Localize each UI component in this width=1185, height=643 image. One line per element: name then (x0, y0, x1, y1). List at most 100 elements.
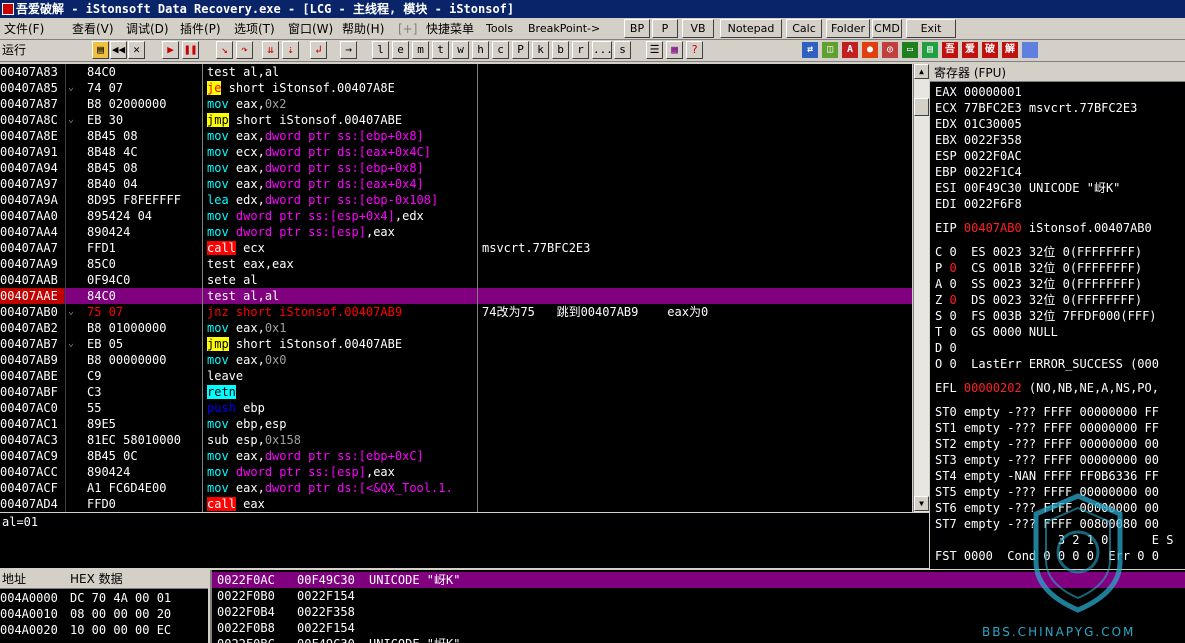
toolbar-letter-h[interactable]: h (472, 41, 489, 59)
register-line[interactable]: ST2 empty -??? FFFF 00000000 00 (935, 436, 1159, 452)
disasm-row[interactable]: 00407A8E 8B45 08 mov eax,dword ptr ss:[ebp… (0, 128, 912, 144)
ai-icon[interactable]: 爱 (962, 42, 978, 58)
register-line[interactable]: EIP 00407AB0 iStonsof.00407AB0 (935, 220, 1152, 236)
disasm-row[interactable]: 00407AB7 ⌄ EB 05 jmp short iStonsof.00407AB… (0, 336, 912, 352)
disasm-row[interactable]: 00407AC3 81EC 58010000 sub esp,0x158 (0, 432, 912, 448)
disasm-row[interactable]: 00407AB0 ⌄ 75 07 jnz short iStonsof.00407AB… (0, 304, 912, 320)
disasm-row[interactable]: 00407AA7 FFD1 call ecx msvcrt.77BFC2E3 (0, 240, 912, 256)
disasm-row[interactable]: 00407ABE C9 leave (0, 368, 912, 384)
rewind-icon[interactable]: ◀◀ (110, 41, 127, 59)
menu-plugins[interactable]: 插件(P) (180, 21, 221, 37)
step-over-icon[interactable]: ↷ (236, 41, 253, 59)
calc-button[interactable]: Calc (786, 19, 822, 38)
menu-file[interactable]: 文件(F) (4, 21, 44, 37)
toolbar-letter-k[interactable]: k (532, 41, 549, 59)
menu-window[interactable]: 窗口(W) (288, 21, 333, 37)
register-line[interactable]: C 0 ES 0023 32位 0(FFFFFFFF) (935, 244, 1142, 260)
menu-tools[interactable]: Tools (486, 21, 513, 37)
po-icon[interactable]: 破 (982, 42, 998, 58)
register-line[interactable]: ST4 empty -NAN FFFF FF0B6336 FF (935, 468, 1159, 484)
terminal-icon[interactable]: ▭ (902, 42, 918, 58)
toolbar-letter-p[interactable]: P (512, 41, 529, 59)
register-line[interactable]: ESP 0022F0AC (935, 148, 1022, 164)
disasm-row[interactable]: 00407AC9 8B45 0C mov eax,dword ptr ss:[ebp… (0, 448, 912, 464)
disasm-row[interactable]: 00407AB2 B8 01000000 mov eax,0x1 (0, 320, 912, 336)
vb-button[interactable]: VB (682, 19, 714, 38)
toolbar-letter-l[interactable]: l (372, 41, 389, 59)
register-line[interactable]: EBX 0022F358 (935, 132, 1022, 148)
menu-debug[interactable]: 调试(D) (126, 21, 169, 37)
folder-button[interactable]: Folder (826, 19, 870, 38)
exit-button[interactable]: Exit (906, 19, 956, 38)
disasm-row[interactable]: 00407ACF A1 FC6D4E00 mov eax,dword ptr ds:… (0, 480, 912, 496)
open-icon[interactable]: ▤ (92, 41, 109, 59)
disasm-row[interactable]: 00407AA0 895424 04 mov dword ptr ss:[esp+0… (0, 208, 912, 224)
register-line[interactable]: S 0 FS 003B 32位 7FFDF000(FFF) (935, 308, 1157, 324)
disasm-row[interactable]: 00407ABF C3 retn (0, 384, 912, 400)
register-line[interactable]: P 0 CS 001B 32位 0(FFFFFFFF) (935, 260, 1142, 276)
register-line[interactable]: EAX 00000001 (935, 84, 1022, 100)
help-icon[interactable]: ? (686, 41, 703, 59)
scroll-thumb[interactable] (914, 98, 929, 116)
notepad-button[interactable]: Notepad (720, 19, 782, 38)
disasm-row[interactable]: 00407AB9 B8 00000000 mov eax,0x0 (0, 352, 912, 368)
register-line[interactable]: ECX 77BFC2E3 msvcrt.77BFC2E3 (935, 100, 1137, 116)
monitor-icon[interactable]: ▤ (922, 42, 938, 58)
grid-icon[interactable]: ▦ (666, 41, 683, 59)
disasm-row[interactable]: 00407AAB 0F94C0 sete al (0, 272, 912, 288)
plugin-icon[interactable]: ◫ (822, 42, 838, 58)
register-line[interactable]: ESI 00F49C30 UNICODE "岈K" (935, 180, 1120, 196)
register-line[interactable]: EDX 01C30005 (935, 116, 1022, 132)
disasm-row[interactable]: 00407A83 84C0 test al,al (0, 64, 912, 80)
disassembly-scrollbar[interactable]: ▲ ▼ (913, 64, 929, 512)
run-icon[interactable]: ▶ (162, 41, 179, 59)
disasm-row[interactable]: 00407ACC 890424 mov dword ptr ss:[esp],eax (0, 464, 912, 480)
disassembly-pane[interactable]: 00407A83 84C0 test al,al 00407A85 ⌄ 74 07 je s… (0, 64, 912, 512)
menu-options[interactable]: 选项(T) (234, 21, 275, 37)
disasm-row[interactable]: 00407A94 8B45 08 mov eax,dword ptr ss:[ebp… (0, 160, 912, 176)
register-line[interactable]: T 0 GS 0000 NULL (935, 324, 1058, 340)
target-icon[interactable]: ◎ (882, 42, 898, 58)
toolbar-ellipsis[interactable]: ... (592, 41, 613, 59)
menu-help[interactable]: 帮助(H) (342, 21, 384, 37)
disasm-row[interactable]: 00407A87 B8 02000000 mov eax,0x2 (0, 96, 912, 112)
toolbar-letter-t[interactable]: t (432, 41, 449, 59)
register-line[interactable]: O 0 LastErr ERROR_SUCCESS (000 (935, 356, 1159, 372)
register-line[interactable]: ST1 empty -??? FFFF 00000000 FF (935, 420, 1159, 436)
toolbar-letter-c[interactable]: c (492, 41, 509, 59)
cmd-button[interactable]: CMD (872, 19, 902, 38)
dump-pane[interactable]: 地址 HEX 数据 004A0000 DC 70 4A 00 01 004A0010… (0, 570, 208, 643)
register-line[interactable]: EFL 00000202 (NO,NB,NE,A,NS,PO, (935, 380, 1159, 396)
toolbar-letter-b[interactable]: b (552, 41, 569, 59)
menu-breakpoint[interactable]: BreakPoint-> (528, 21, 600, 37)
register-line[interactable]: A 0 SS 0023 32位 0(FFFFFFFF) (935, 276, 1142, 292)
disasm-row[interactable]: 00407AC0 55 push ebp (0, 400, 912, 416)
disasm-row[interactable]: 00407AAE 84C0 test al,al (0, 288, 912, 304)
disasm-row[interactable]: 00407A97 8B40 04 mov eax,dword ptr ds:[eax… (0, 176, 912, 192)
register-line[interactable]: EDI 0022F6F8 (935, 196, 1022, 212)
list-icon[interactable]: ☰ (646, 41, 663, 59)
toolbar-letter-m[interactable]: m (412, 41, 429, 59)
disasm-row[interactable]: 00407AA9 85C0 test eax,eax (0, 256, 912, 272)
disasm-row[interactable]: 00407AD4 FFD0 call eax (0, 496, 912, 512)
register-line[interactable]: ST3 empty -??? FFFF 00000000 00 (935, 452, 1159, 468)
menu-shortcut[interactable]: 快捷菜单 (426, 21, 474, 37)
toolbar-letter-w[interactable]: w (452, 41, 469, 59)
disasm-row[interactable]: 00407A85 ⌄ 74 07 je short iStonsof.00407A8E (0, 80, 912, 96)
refresh-icon[interactable]: ⇄ (802, 42, 818, 58)
disasm-row[interactable]: 00407AC1 89E5 mov ebp,esp (0, 416, 912, 432)
close-icon[interactable]: ✕ (128, 41, 145, 59)
scroll-down-arrow[interactable]: ▼ (914, 496, 929, 511)
pause-icon[interactable]: ❚❚ (182, 41, 199, 59)
wu-icon[interactable]: 吾 (942, 42, 958, 58)
execute-till-return-icon[interactable]: ↲ (310, 41, 327, 59)
register-line[interactable]: Z 0 DS 0023 32位 0(FFFFFFFF) (935, 292, 1142, 308)
step-into-icon[interactable]: ↘ (216, 41, 233, 59)
register-line[interactable]: ST0 empty -??? FFFF 00000000 FF (935, 404, 1159, 420)
toolbar-letter-s[interactable]: s (614, 41, 631, 59)
record-icon[interactable]: ● (862, 42, 878, 58)
register-line[interactable]: EBP 0022F1C4 (935, 164, 1022, 180)
toolbar-letter-e[interactable]: e (392, 41, 409, 59)
disasm-row[interactable]: 00407A91 8B48 4C mov ecx,dword ptr ds:[eax… (0, 144, 912, 160)
window-icon[interactable] (1022, 42, 1038, 58)
